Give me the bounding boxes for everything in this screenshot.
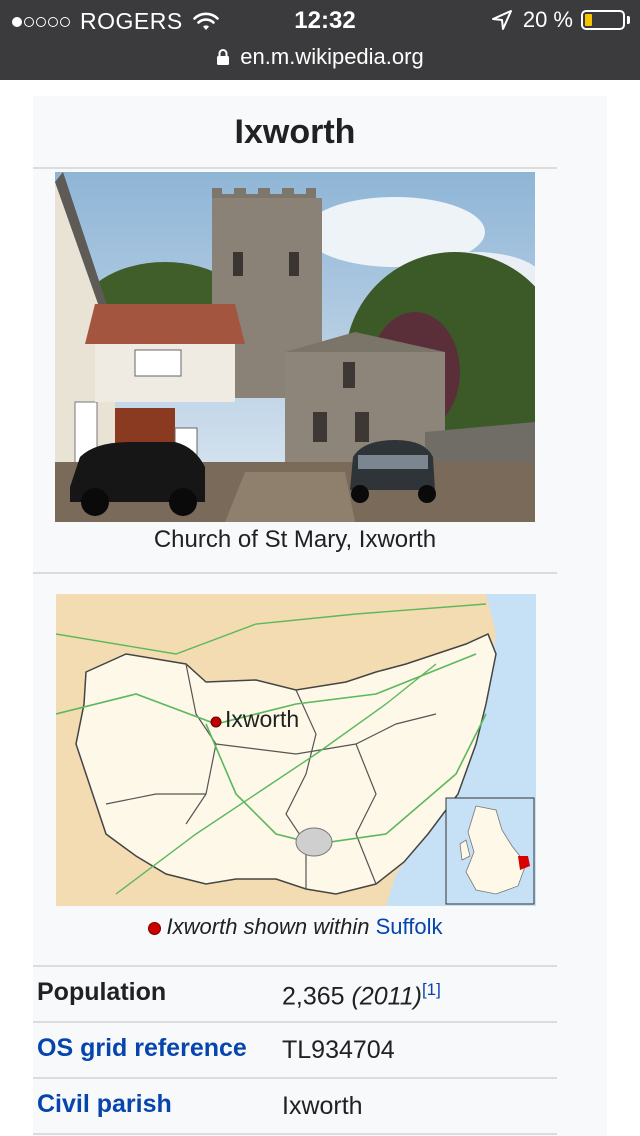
suffolk-map xyxy=(56,594,536,906)
civil-parish-link[interactable]: Civil parish xyxy=(37,1090,172,1119)
map-label: Ixworth xyxy=(225,706,300,732)
status-right: 20 % xyxy=(491,7,630,33)
divider xyxy=(33,1133,557,1135)
church-photo[interactable] xyxy=(55,172,535,522)
battery-level-fill xyxy=(585,14,592,26)
divider xyxy=(33,167,557,169)
infobox: Ixworth Church of St Mary, Ixworth Ixwor… xyxy=(33,96,607,1136)
url-bar[interactable]: en.m.wikipedia.org xyxy=(0,40,640,74)
os-grid-reference-link[interactable]: OS grid reference xyxy=(37,1034,247,1063)
row-label: Population xyxy=(37,978,167,1006)
map-marker-icon xyxy=(147,921,161,935)
status-row: ROGERS 12:32 20 % xyxy=(0,0,640,40)
photo-caption: Church of St Mary, Ixworth xyxy=(153,526,437,553)
battery-percent: 20 % xyxy=(522,7,573,32)
row-value: Ixworth xyxy=(282,1092,363,1120)
map-caption-text: Ixworth shown within xyxy=(166,914,370,939)
infobox-row-civil-parish: Civil parish Ixworth xyxy=(33,1078,557,1134)
infobox-title: Ixworth xyxy=(234,113,356,151)
infobox-row-os-grid: OS grid reference TL934704 xyxy=(33,1022,557,1078)
location-arrow-icon xyxy=(491,10,512,30)
url-text[interactable]: en.m.wikipedia.org xyxy=(240,44,423,70)
battery-tip xyxy=(627,16,630,24)
divider xyxy=(33,572,557,574)
lock-icon xyxy=(217,49,230,65)
locator-map[interactable]: Ixworth xyxy=(56,594,536,906)
status-bar: ROGERS 12:32 20 % en.m.wikipedia.org xyxy=(0,0,640,80)
population-value: 2,365 xyxy=(282,982,345,1011)
population-year: (2011) xyxy=(351,982,422,1011)
reference-link[interactable]: [1] xyxy=(422,980,441,999)
os-grid-value-link[interactable]: TL934704 xyxy=(282,1036,395,1065)
battery-icon xyxy=(581,10,625,30)
row-value: 2,365 (2011)[1] xyxy=(282,980,441,1011)
church-photo-image xyxy=(55,172,535,522)
suffolk-link[interactable]: Suffolk xyxy=(376,914,443,939)
infobox-row-population: Population 2,365 (2011)[1] xyxy=(33,966,557,1022)
map-marker-icon xyxy=(210,716,222,728)
map-caption: Ixworth shown within Suffolk xyxy=(33,914,557,940)
